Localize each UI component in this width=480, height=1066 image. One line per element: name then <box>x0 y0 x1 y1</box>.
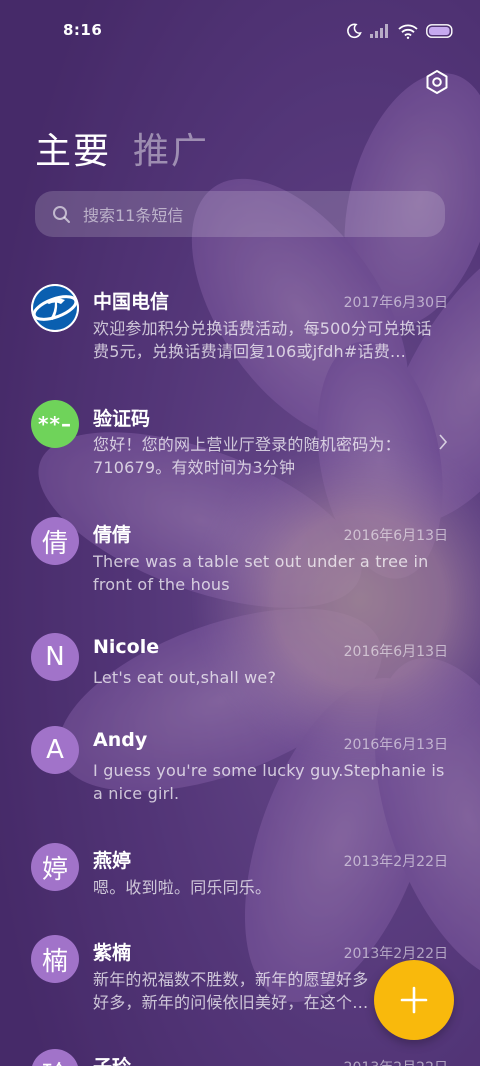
message-date: 2016年6月13日 <box>343 528 448 544</box>
contact-name: 子玲 <box>93 1052 131 1066</box>
status-bar: 8:16 <box>0 0 480 62</box>
battery-icon <box>426 24 454 38</box>
avatar: **– <box>31 400 79 448</box>
message-date: 2013年2月22日 <box>343 854 448 870</box>
list-item[interactable]: N Nicole 2016年6月13日 Let's eat out,shall … <box>0 630 480 710</box>
message-preview: There was a table set out under a tree i… <box>93 552 429 594</box>
avatar: 玲 <box>31 1049 79 1066</box>
gear-icon <box>426 70 448 94</box>
contact-name: 紫楠 <box>93 942 132 964</box>
message-preview: 您好！您的网上营业厅登录的随机密码为：710679。有效时间为3分钟 <box>93 435 401 477</box>
message-date: 2013年2月22日 <box>344 1057 448 1066</box>
message-date: 2016年6月13日 <box>343 644 448 660</box>
list-item[interactable]: 婷 燕婷 2013年2月22日 嗯。收到啦。同乐同乐。 <box>0 838 480 918</box>
contact-name: Nicole <box>93 636 160 658</box>
message-date: 2016年6月13日 <box>343 737 448 753</box>
contact-name: 倩倩 <box>93 524 132 546</box>
settings-button[interactable] <box>421 66 453 98</box>
avatar: 倩 <box>31 517 79 565</box>
avatar <box>31 284 79 332</box>
search-placeholder: 搜索11条短信 <box>83 206 184 225</box>
wifi-icon <box>398 24 418 39</box>
list-item[interactable]: 玲 子玲 2013年2月22日 <box>0 1046 480 1066</box>
avatar: 楠 <box>31 935 79 983</box>
message-preview: I guess you're some lucky guy.Stephanie … <box>93 761 445 803</box>
status-time: 8:16 <box>63 21 103 39</box>
list-item[interactable]: 中国电信 2017年6月30日 欢迎参加积分兑换话费活动，每500分可兑换话费5… <box>0 278 480 378</box>
plus-icon <box>400 986 428 1014</box>
tab-bar: 主要 推广 <box>35 122 209 174</box>
list-item[interactable]: **– 验证码 您好！您的网上营业厅登录的随机密码为：710679。有效时间为3… <box>0 396 480 496</box>
china-telecom-logo-icon <box>31 284 79 332</box>
contact-name: 燕婷 <box>93 850 132 872</box>
search-input[interactable]: 搜索11条短信 <box>35 191 445 237</box>
message-preview: 欢迎参加积分兑换话费活动，每500分可兑换话费5元，兑换话费请回复106或jfd… <box>93 319 432 361</box>
message-date: 2017年6月30日 <box>343 295 448 311</box>
contact-name: 中国电信 <box>93 291 170 313</box>
message-preview: Let's eat out,shall we? <box>93 668 277 687</box>
avatar: N <box>31 633 79 681</box>
message-preview: 新年的祝福数不胜数，新年的愿望好多好多，新年的问候依旧美好，在这个温馨的… <box>93 970 369 1012</box>
signal-icon <box>370 24 390 38</box>
message-date: 2013年2月22日 <box>343 946 448 962</box>
avatar: 婷 <box>31 843 79 891</box>
tab-promotions[interactable]: 推广 <box>133 122 209 174</box>
new-message-button[interactable] <box>374 960 454 1040</box>
list-item[interactable]: 倩 倩倩 2016年6月13日 There was a table set ou… <box>0 512 480 612</box>
list-item[interactable]: A Andy 2016年6月13日 I guess you're some lu… <box>0 722 480 822</box>
search-icon <box>51 204 71 224</box>
contact-name: 验证码 <box>93 408 151 430</box>
contact-name: Andy <box>93 729 148 751</box>
tab-primary[interactable]: 主要 <box>35 122 111 174</box>
avatar: A <box>31 726 79 774</box>
message-preview: 嗯。收到啦。同乐同乐。 <box>93 878 272 897</box>
moon-icon <box>346 23 362 39</box>
